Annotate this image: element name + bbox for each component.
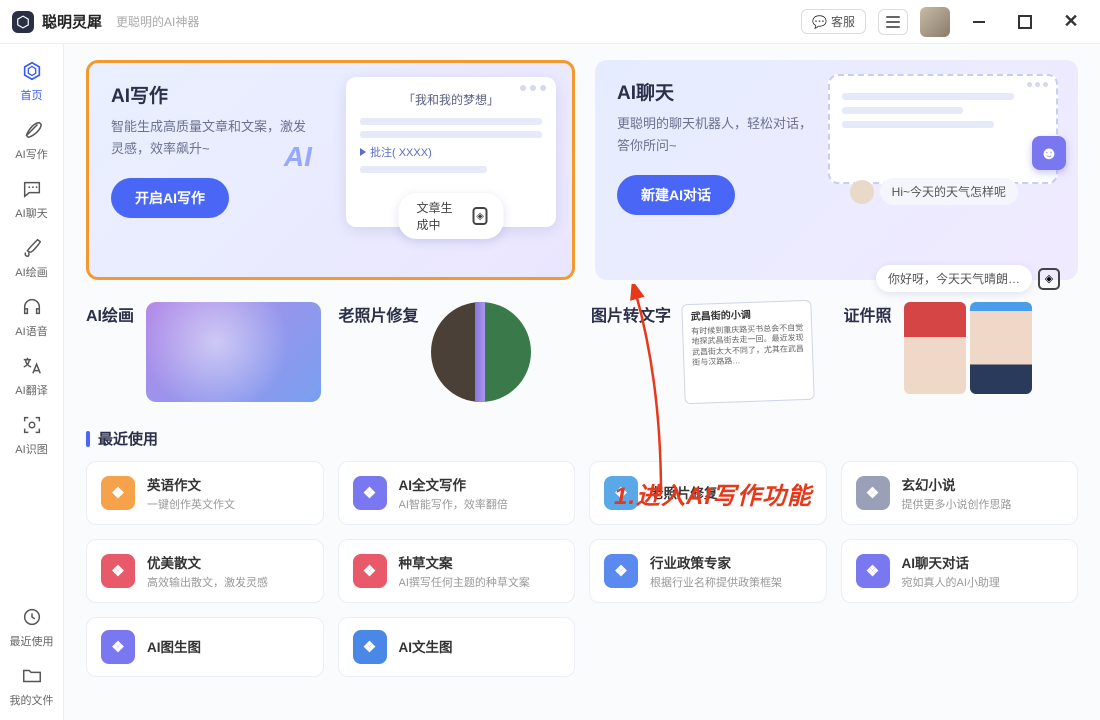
recent-item[interactable]: ❖ 种草文案 AI撰写任何主题的种草文案 (338, 539, 576, 603)
idphoto-image (904, 302, 1032, 394)
chat-answer-bubble: 你好呀，今天天气晴朗… (876, 265, 1032, 292)
sidebar-item-ocr[interactable]: AI识图 (2, 404, 62, 461)
hero-card-chat[interactable]: AI聊天 更聪明的聊天机器人，轻松对话，答你所问~ 新建AI对话 ☻ Hi~今天… (595, 60, 1078, 280)
app-subtitle: 更聪明的AI神器 (116, 13, 199, 30)
write-preview-window: 「我和我的梦想」 批注( XXXX) 文章生成中 ◈ (346, 77, 556, 227)
recent-item-icon: ❖ (353, 476, 387, 510)
recent-item-icon: ❖ (856, 476, 890, 510)
hexagon-icon: ◈ (473, 207, 488, 225)
ocr-doc-image: 武昌街的小调 有时候到重庆路买书总会不自觉地探武昌街去走一回。最近发现武昌街太大… (681, 300, 814, 404)
user-avatar-icon (850, 180, 874, 204)
sidebar-item-files[interactable]: 我的文件 (2, 655, 62, 712)
start-write-button[interactable]: 开启AI写作 (111, 178, 229, 218)
tile-photo-restore[interactable]: 老照片修复 (339, 302, 574, 412)
recent-item-title: AI全文写作 (399, 474, 561, 494)
recent-item-sub: 高效输出散文，激发灵感 (147, 574, 309, 590)
recent-item-title: 英语作文 (147, 474, 309, 494)
recent-item-sub: 宛如真人的AI小助理 (902, 574, 1064, 590)
recent-item-title: 行业政策专家 (650, 552, 812, 572)
recent-item-title: 玄幻小说 (902, 474, 1064, 494)
recent-item-title: 种草文案 (399, 552, 561, 572)
recent-item-icon: ❖ (604, 554, 638, 588)
recent-item[interactable]: ❖ 老照片修复 (589, 461, 827, 525)
tile-paint[interactable]: AI绘画 (86, 302, 321, 412)
brush-icon (19, 235, 45, 261)
tile-idphoto[interactable]: 证件照 (844, 302, 1079, 412)
recent-item[interactable]: ❖ AI聊天对话 宛如真人的AI小助理 (841, 539, 1079, 603)
sidebar-item-voice[interactable]: AI语音 (2, 286, 62, 343)
hero-write-title: AI写作 (111, 81, 314, 108)
recent-item-sub: 提供更多小说创作思路 (902, 496, 1064, 512)
folder-icon (19, 663, 45, 689)
photo-restore-image (431, 302, 531, 402)
recent-item-sub: AI智能写作，效率翻倍 (399, 496, 561, 512)
recent-item-title: 老照片修复 (650, 482, 812, 502)
hero-chat-desc: 更聪明的聊天机器人，轻松对话，答你所问~ (617, 113, 820, 157)
recent-item-title: AI文生图 (399, 636, 561, 656)
new-chat-button[interactable]: 新建AI对话 (617, 175, 735, 215)
recent-item-title: AI图生图 (147, 636, 309, 656)
recent-item[interactable]: ❖ 优美散文 高效输出散文，激发灵感 (86, 539, 324, 603)
recent-item-sub: 一键创作英文作文 (147, 496, 309, 512)
recent-item-title: AI聊天对话 (902, 552, 1064, 572)
window-close[interactable]: ✕ (1054, 9, 1088, 35)
recent-item[interactable]: ❖ AI文生图 (338, 617, 576, 677)
sidebar-item-recent[interactable]: 最近使用 (2, 596, 62, 653)
service-button[interactable]: 💬 客服 (801, 9, 866, 34)
app-name: 聪明灵犀 (42, 11, 102, 32)
recent-section-title: 最近使用 (86, 428, 1078, 449)
recent-item[interactable]: ❖ AI全文写作 AI智能写作，效率翻倍 (338, 461, 576, 525)
paint-preview-image (146, 302, 320, 402)
clock-icon (19, 604, 45, 630)
app-logo (12, 11, 34, 33)
recent-item[interactable]: ❖ 玄幻小说 提供更多小说创作思路 (841, 461, 1079, 525)
hero-card-write[interactable]: AI写作 智能生成高质量文章和文案，激发灵感，效率飙升~ 开启AI写作 AI 「… (86, 60, 575, 280)
recent-item-icon: ❖ (101, 554, 135, 588)
translate-icon (19, 353, 45, 379)
recent-item[interactable]: ❖ AI图生图 (86, 617, 324, 677)
chat-question-bubble: Hi~今天的天气怎样呢 (880, 178, 1018, 205)
sidebar-item-write[interactable]: AI写作 (2, 109, 62, 166)
recent-item-icon: ❖ (856, 554, 890, 588)
sidebar-item-home[interactable]: 首页 (2, 50, 62, 107)
tile-ocr[interactable]: 图片转文字 武昌街的小调 有时候到重庆路买书总会不自觉地探武昌街去走一回。最近发… (591, 302, 826, 412)
bot-icon: ☻ (1032, 136, 1066, 170)
sidebar-item-translate[interactable]: AI翻译 (2, 345, 62, 402)
menu-button[interactable] (878, 9, 908, 35)
recent-item-icon: ❖ (353, 630, 387, 664)
scan-icon (19, 412, 45, 438)
headphone-icon (19, 294, 45, 320)
feather-icon (19, 117, 45, 143)
recent-item-title: 优美散文 (147, 552, 309, 572)
sidebar-item-paint[interactable]: AI绘画 (2, 227, 62, 284)
recent-item-icon: ❖ (604, 476, 638, 510)
chat-bubble-icon (19, 176, 45, 202)
ai-badge: AI (284, 141, 312, 173)
hero-chat-title: AI聊天 (617, 78, 820, 105)
window-maximize[interactable] (1008, 9, 1042, 35)
recent-item-sub: AI撰写任何主题的种草文案 (399, 574, 561, 590)
recent-item[interactable]: ❖ 英语作文 一键创作英文作文 (86, 461, 324, 525)
hexagon-icon (19, 58, 45, 84)
recent-item-icon: ❖ (353, 554, 387, 588)
recent-item-icon: ❖ (101, 476, 135, 510)
recent-item-sub: 根据行业名称提供政策框架 (650, 574, 812, 590)
recent-item-icon: ❖ (101, 630, 135, 664)
hexagon-icon: ◈ (1038, 268, 1060, 290)
window-minimize[interactable] (962, 9, 996, 35)
user-avatar[interactable] (920, 7, 950, 37)
chat-preview-window (828, 74, 1058, 184)
chat-icon: 💬 (812, 15, 827, 29)
sidebar-item-chat[interactable]: AI聊天 (2, 168, 62, 225)
recent-item[interactable]: ❖ 行业政策专家 根据行业名称提供政策框架 (589, 539, 827, 603)
